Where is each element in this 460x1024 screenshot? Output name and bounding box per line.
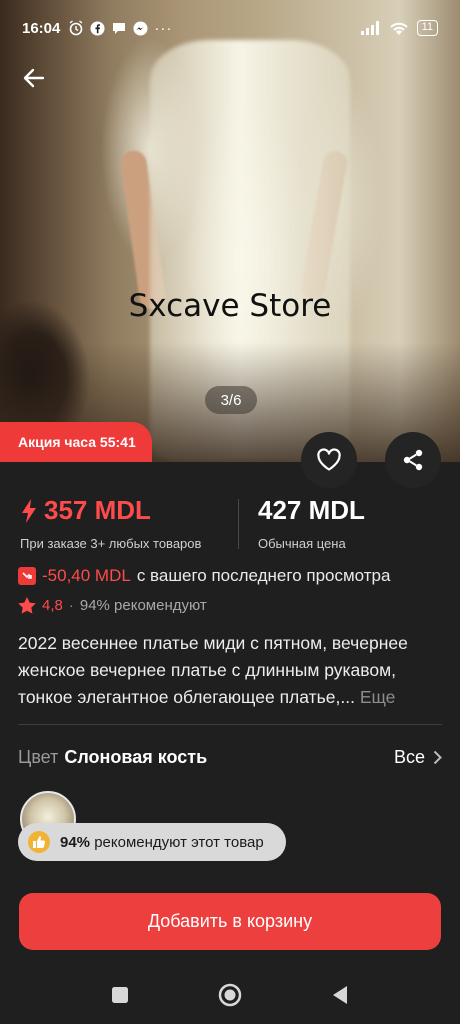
rating-recommend: 94% рекомендуют <box>79 597 207 614</box>
color-label: Цвет <box>18 747 59 767</box>
price-current-note: При заказе 3+ любых товаров <box>20 536 202 551</box>
color-selector-row[interactable]: Цвет Слоновая кость Все <box>18 747 442 768</box>
notification-icons: ··· <box>68 20 172 37</box>
price-current-group: 357 MDL При заказе 3+ любых товаров <box>20 495 201 551</box>
flash-sale-badge: Акция часа 55:41 <box>0 422 152 462</box>
product-title: 2022 весеннее платье миди с пятном, вече… <box>18 630 444 711</box>
price-regular-note: Обычная цена <box>258 536 346 551</box>
image-watermark: Sxcave Store <box>128 288 332 324</box>
system-nav-bar <box>0 966 460 1024</box>
circle-icon <box>218 983 242 1007</box>
triangle-back-icon <box>333 986 347 1004</box>
facebook-icon <box>90 20 105 36</box>
back-nav-button[interactable] <box>325 980 355 1010</box>
wifi-icon <box>389 22 408 35</box>
thumbs-up-icon <box>28 831 50 853</box>
rating-row[interactable]: 4,8 · 94% рекомендуют <box>18 597 207 614</box>
price-regular-group: 427 MDL Обычная цена <box>258 495 365 551</box>
price-drop-row: -50,40 MDL с вашего последнего просмотра <box>18 566 390 586</box>
alarm-icon <box>69 20 83 36</box>
square-icon <box>112 987 128 1003</box>
home-button[interactable] <box>215 980 245 1010</box>
price-current: 357 MDL <box>20 495 201 526</box>
product-title-text: 2022 весеннее платье миди с пятном, вече… <box>18 633 408 707</box>
more-link[interactable]: Еще <box>360 687 396 707</box>
more-dots-icon: ··· <box>154 19 173 37</box>
recommend-pill: 94% рекомендуют этот товар <box>18 823 286 861</box>
lightning-icon <box>22 498 36 523</box>
share-button[interactable] <box>385 432 441 488</box>
heart-icon <box>317 448 341 471</box>
chat-icon <box>113 22 126 34</box>
price-drop-icon <box>18 567 36 585</box>
price-drop-text: с вашего последнего просмотра <box>136 566 391 585</box>
rating-value: 4,8 <box>42 597 63 614</box>
signal-icon <box>360 21 379 35</box>
share-icon <box>403 449 423 471</box>
price-regular-value: 427 MDL <box>258 495 365 525</box>
price-block: 357 MDL При заказе 3+ любых товаров 427 … <box>0 495 460 555</box>
status-bar: 16:04 ··· 11 <box>0 0 460 56</box>
rating-separator: · <box>68 597 74 614</box>
chevron-right-icon <box>433 750 442 765</box>
all-colors-link[interactable]: Все <box>394 747 442 768</box>
price-current-value: 357 MDL <box>44 495 151 525</box>
back-button[interactable] <box>18 62 50 94</box>
status-time: 16:04 <box>22 19 61 37</box>
recents-button[interactable] <box>105 980 135 1010</box>
add-to-cart-button[interactable]: Добавить в корзину <box>19 893 441 950</box>
recommend-percent: 94% <box>60 833 91 851</box>
favorite-button[interactable] <box>301 432 357 488</box>
price-drop-amount: -50,40 MDL <box>42 566 131 585</box>
price-divider <box>238 499 239 549</box>
color-value: Слоновая кость <box>64 747 208 767</box>
divider <box>18 724 442 725</box>
all-colors-label: Все <box>393 747 425 767</box>
battery-indicator: 11 <box>416 20 438 36</box>
recommend-text: рекомендуют этот товар <box>94 833 264 851</box>
star-icon <box>18 597 36 614</box>
back-arrow-icon <box>23 68 45 88</box>
status-right: 11 <box>360 20 438 36</box>
gallery-pager: 3/6 <box>205 386 257 414</box>
messenger-icon <box>133 20 148 36</box>
